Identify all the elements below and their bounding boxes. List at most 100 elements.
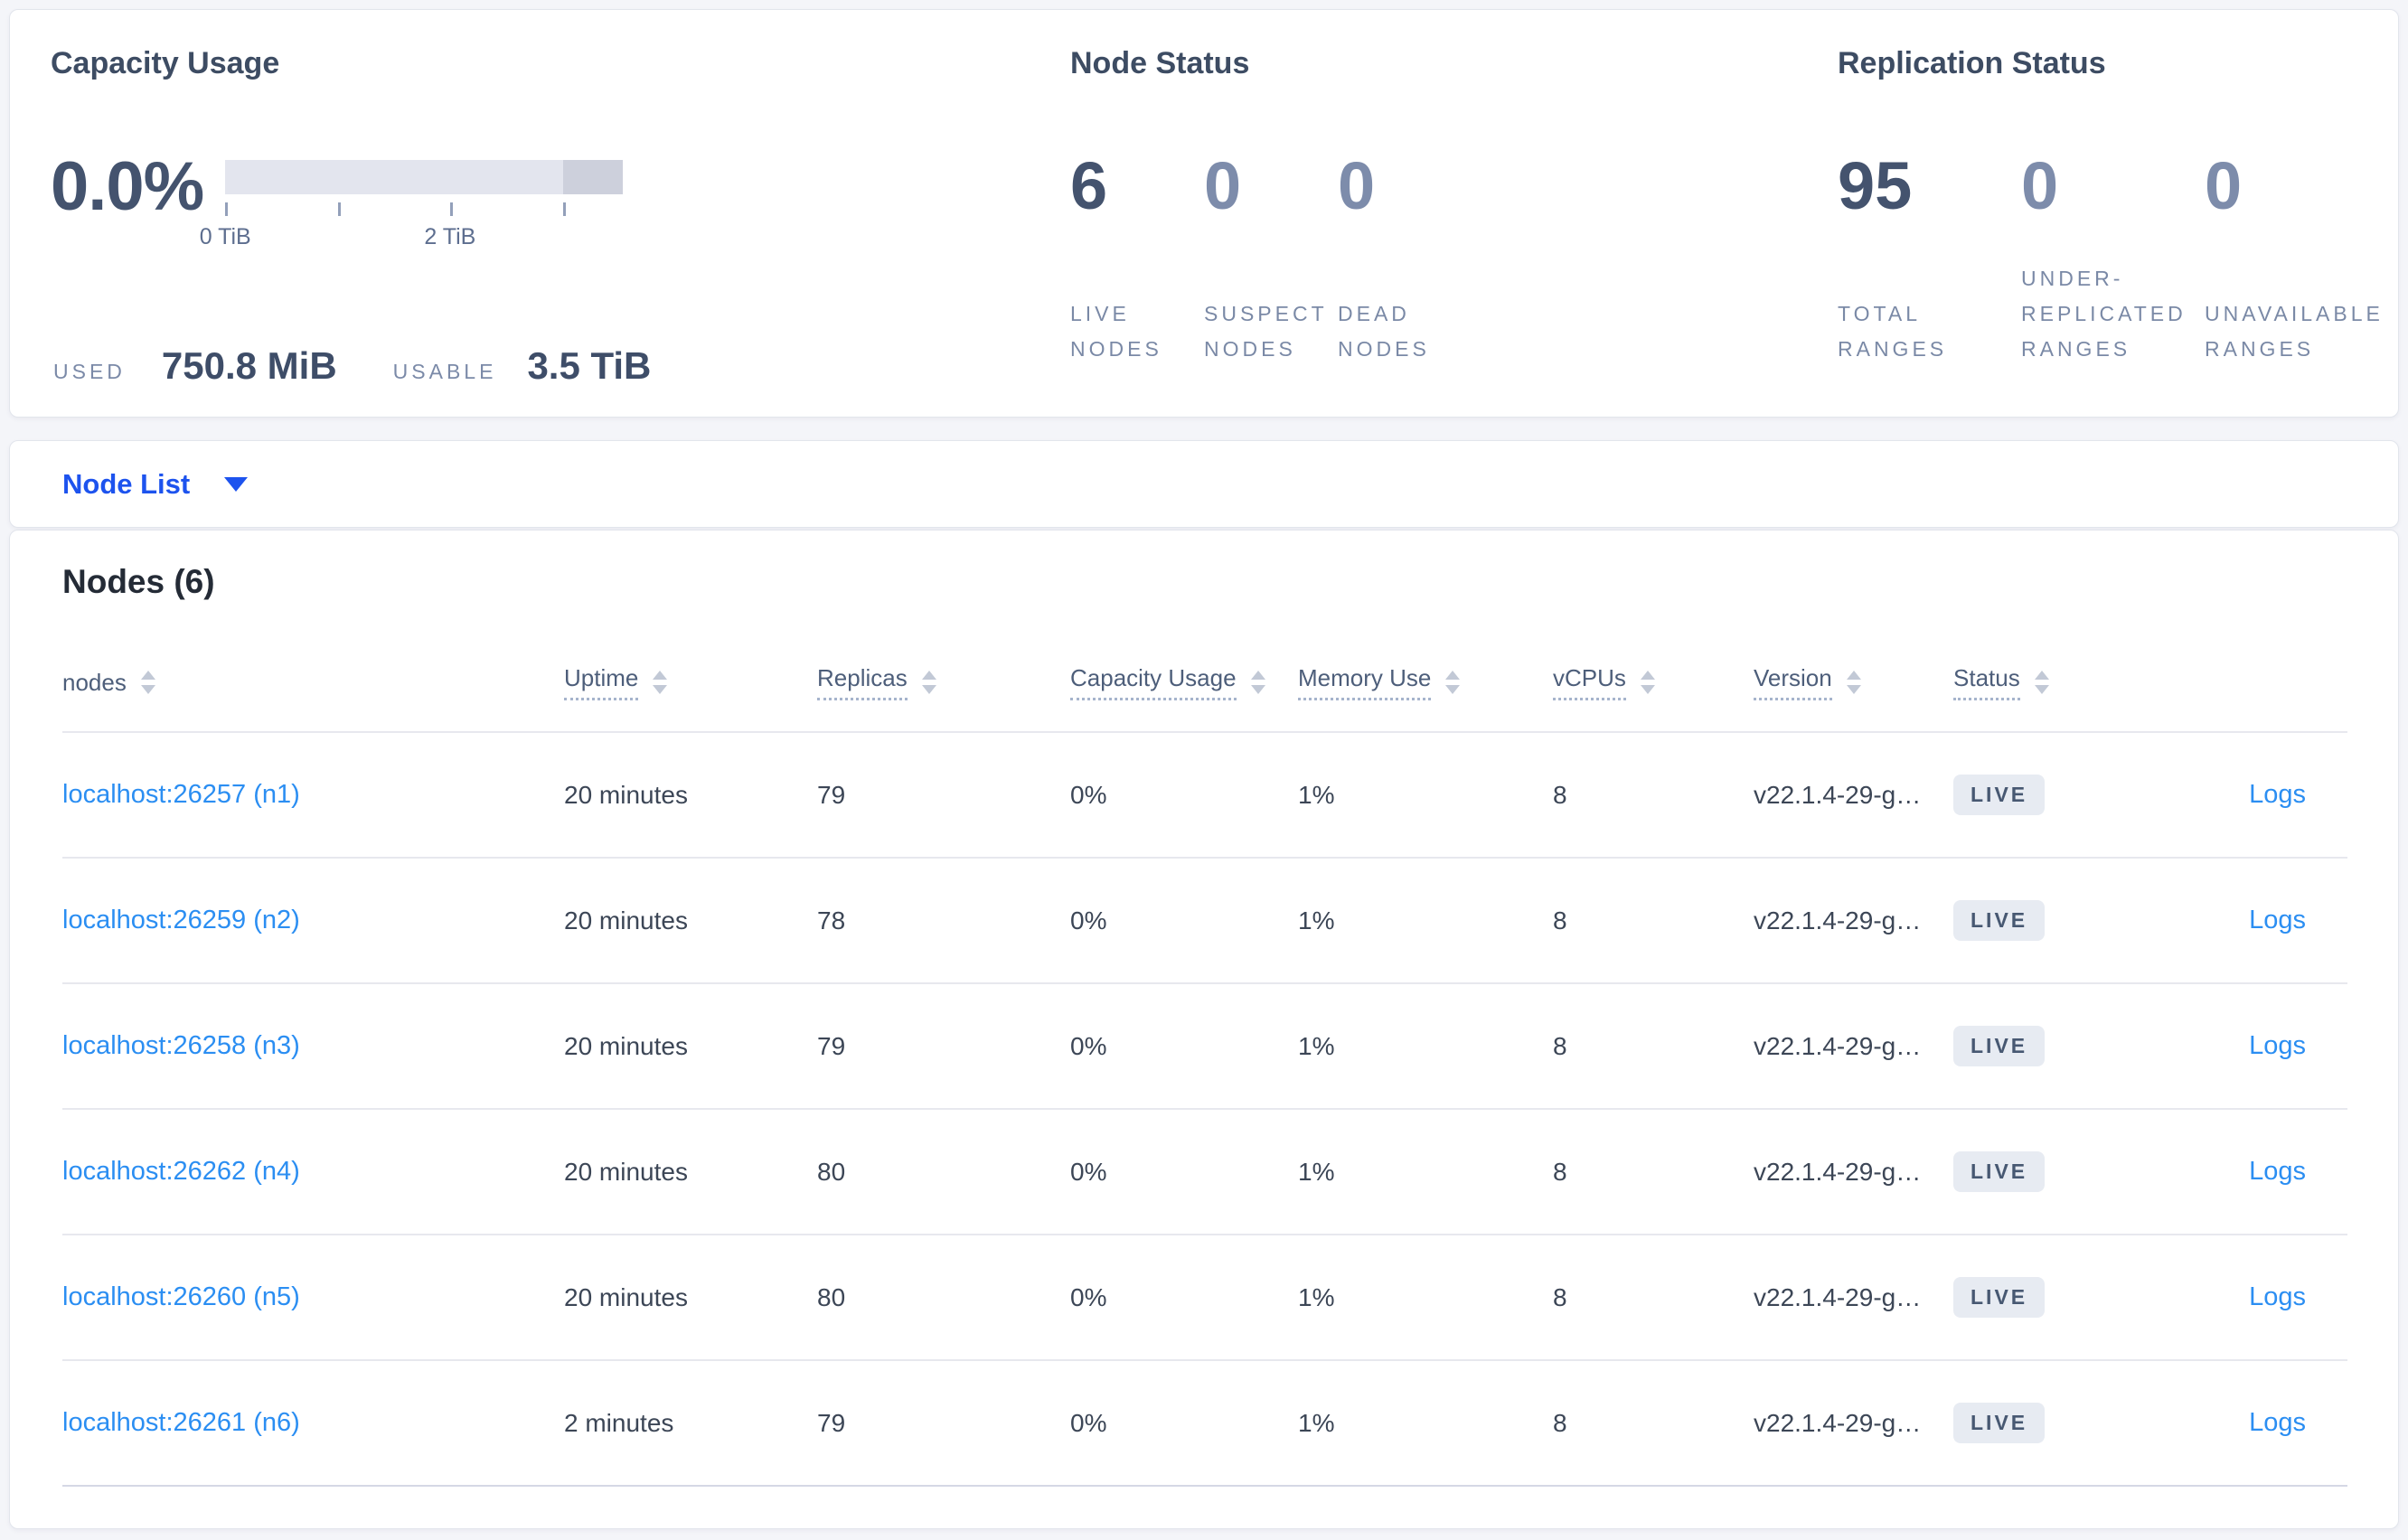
column-header-status: Status — [1953, 612, 2179, 733]
version-cell: v22.1.4-29-g… — [1754, 1235, 1953, 1361]
capacity-percent-value: 0.0% — [51, 148, 204, 225]
logs-cell: Logs — [2179, 1109, 2347, 1235]
status-cell: LIVE — [1953, 1235, 2179, 1361]
nodes-table: nodes Uptime Replicas Capacity Usage Mem… — [62, 612, 2347, 1487]
column-header-version-label[interactable]: Version — [1754, 664, 1832, 700]
under-replicated-ranges-label: UNDER-REPLICATED RANGES — [2021, 267, 2187, 361]
sort-icon[interactable] — [1250, 671, 1265, 694]
sort-icon[interactable] — [1445, 671, 1461, 694]
logs-link[interactable]: Logs — [2249, 906, 2306, 934]
table-row: localhost:26259 (n2) 20 minutes 78 0% 1%… — [62, 858, 2347, 984]
column-header-nodes: nodes — [62, 612, 564, 733]
unavailable-ranges-value: 0 — [2205, 148, 2243, 223]
status-cell: LIVE — [1953, 732, 2179, 859]
live-nodes-value: 6 — [1070, 148, 1108, 223]
dead-nodes-stat: 0 DEAD NODES — [1338, 150, 1472, 367]
capacity-cell: 0% — [1070, 1235, 1298, 1361]
replicas-cell: 80 — [817, 1109, 1070, 1235]
memory-cell: 1% — [1298, 983, 1553, 1110]
node-cell: localhost:26258 (n3) — [62, 983, 564, 1110]
node-link[interactable]: localhost:26260 (n5) — [62, 1282, 300, 1311]
axis-tick — [337, 202, 341, 216]
node-cell: localhost:26262 (n4) — [62, 1109, 564, 1235]
logs-link[interactable]: Logs — [2249, 1408, 2306, 1437]
sort-icon[interactable] — [2034, 671, 2049, 694]
replication-status-title: Replication Status — [1838, 46, 2106, 80]
logs-link[interactable]: Logs — [2249, 1282, 2306, 1311]
vcpus-cell: 8 — [1553, 732, 1754, 859]
nodes-section-title: Nodes (6) — [62, 563, 215, 600]
node-list-dropdown-label: Node List — [62, 467, 191, 500]
logs-cell: Logs — [2179, 1360, 2347, 1487]
column-header-replicas: Replicas — [817, 612, 1070, 733]
column-header-memory-label[interactable]: Memory Use — [1298, 664, 1432, 700]
status-cell: LIVE — [1953, 983, 2179, 1110]
capacity-usage-panel: Capacity Usage 0.0% 0 TiB 2 TiB USED 750… — [51, 46, 683, 387]
column-header-uptime: Uptime — [564, 612, 817, 733]
total-ranges-value: 95 — [1838, 148, 1913, 223]
unavailable-ranges-label: UNAVAILABLE RANGES — [2205, 302, 2384, 361]
sort-icon[interactable] — [1640, 671, 1655, 694]
version-cell: v22.1.4-29-g… — [1754, 1109, 1953, 1235]
total-ranges-stat: 95 TOTAL RANGES — [1838, 150, 2021, 367]
replicas-cell: 79 — [817, 983, 1070, 1110]
node-link[interactable]: localhost:26261 (n6) — [62, 1408, 300, 1437]
column-header-nodes-label[interactable]: nodes — [62, 669, 127, 697]
replicas-cell: 80 — [817, 1235, 1070, 1361]
vcpus-cell: 8 — [1553, 1360, 1754, 1487]
status-badge: LIVE — [1953, 1403, 2046, 1443]
suspect-nodes-stat: 0 SUSPECT NODES — [1204, 150, 1338, 367]
capacity-cell: 0% — [1070, 983, 1298, 1110]
uptime-cell: 2 minutes — [564, 1360, 817, 1487]
cluster-summary-bar: Capacity Usage 0.0% 0 TiB 2 TiB USED 750… — [9, 9, 2399, 418]
status-badge: LIVE — [1953, 1277, 2046, 1318]
capacity-cell: 0% — [1070, 1109, 1298, 1235]
sort-icon[interactable] — [653, 671, 668, 694]
status-badge: LIVE — [1953, 775, 2046, 815]
logs-cell: Logs — [2179, 732, 2347, 859]
capacity-usage-title: Capacity Usage — [51, 46, 280, 80]
table-row: localhost:26262 (n4) 20 minutes 80 0% 1%… — [62, 1109, 2347, 1235]
column-header-vcpus-label[interactable]: vCPUs — [1553, 664, 1626, 700]
capacity-axis-ticks — [225, 202, 623, 217]
capacity-bar-chart: 0 TiB 2 TiB — [200, 160, 624, 251]
replicas-cell: 79 — [817, 1360, 1070, 1487]
capacity-cell: 0% — [1070, 732, 1298, 859]
column-header-uptime-label[interactable]: Uptime — [564, 664, 639, 700]
node-status-title: Node Status — [1070, 46, 1250, 80]
uptime-cell: 20 minutes — [564, 1235, 817, 1361]
memory-cell: 1% — [1298, 1360, 1553, 1487]
usable-label: USABLE — [392, 360, 497, 383]
node-link[interactable]: localhost:26257 (n1) — [62, 780, 300, 809]
sort-icon[interactable] — [921, 671, 936, 694]
live-nodes-label: LIVE NODES — [1070, 302, 1162, 361]
node-cell: localhost:26257 (n1) — [62, 732, 564, 859]
dead-nodes-value: 0 — [1338, 148, 1376, 223]
status-badge: LIVE — [1953, 900, 2046, 941]
node-link[interactable]: localhost:26259 (n2) — [62, 906, 300, 934]
uptime-cell: 20 minutes — [564, 1109, 817, 1235]
logs-link[interactable]: Logs — [2249, 1031, 2306, 1060]
sort-icon[interactable] — [140, 671, 155, 694]
replicas-cell: 79 — [817, 732, 1070, 859]
node-link[interactable]: localhost:26258 (n3) — [62, 1031, 300, 1060]
column-header-capacity-label[interactable]: Capacity Usage — [1070, 664, 1237, 700]
column-header-status-label[interactable]: Status — [1953, 664, 2020, 700]
memory-cell: 1% — [1298, 1109, 1553, 1235]
logs-cell: Logs — [2179, 858, 2347, 984]
logs-link[interactable]: Logs — [2249, 780, 2306, 809]
sort-icon[interactable] — [1846, 671, 1861, 694]
version-cell: v22.1.4-29-g… — [1754, 858, 1953, 984]
status-cell: LIVE — [1953, 1109, 2179, 1235]
under-replicated-ranges-value: 0 — [2021, 148, 2059, 223]
node-list-dropdown[interactable]: Node List — [62, 467, 249, 501]
node-link[interactable]: localhost:26262 (n4) — [62, 1157, 300, 1186]
column-header-replicas-label[interactable]: Replicas — [817, 664, 908, 700]
table-row: localhost:26260 (n5) 20 minutes 80 0% 1%… — [62, 1235, 2347, 1361]
version-cell: v22.1.4-29-g… — [1754, 732, 1953, 859]
under-replicated-ranges-stat: 0 UNDER-REPLICATED RANGES — [2021, 150, 2205, 367]
logs-link[interactable]: Logs — [2249, 1157, 2306, 1186]
memory-cell: 1% — [1298, 732, 1553, 859]
capacity-cell: 0% — [1070, 858, 1298, 984]
replication-status-panel: Replication Status 95 TOTAL RANGES 0 UND… — [1838, 46, 2398, 382]
